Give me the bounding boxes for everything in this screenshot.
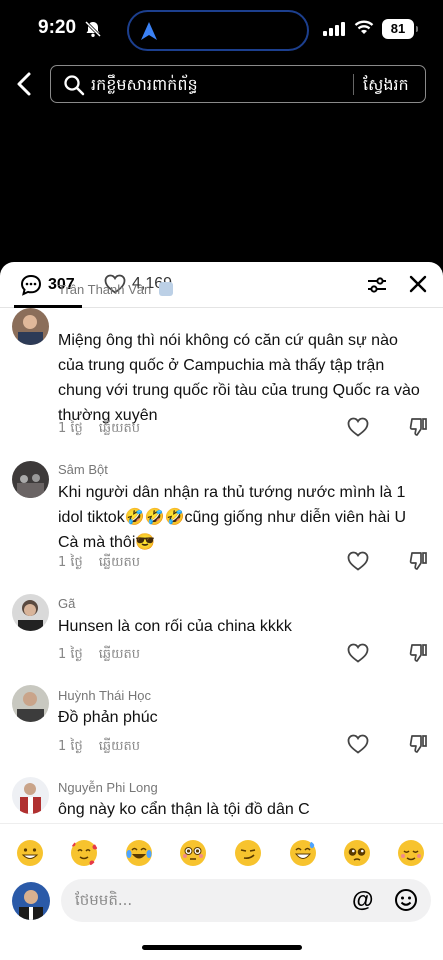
- pleading-emoji-icon[interactable]: [343, 839, 371, 867]
- flushed-emoji-icon[interactable]: [179, 839, 207, 867]
- home-indicator[interactable]: [142, 945, 302, 950]
- commenter-name[interactable]: Sâm Bột: [58, 462, 108, 477]
- comment-text: Khi người dân nhận ra thủ tướng nước mìn…: [58, 484, 406, 551]
- dislike-icon[interactable]: [409, 551, 429, 571]
- search-bar[interactable]: រកខ្លឹមសារពាក់ព័ន្ធ ស្វែងរក: [50, 65, 426, 103]
- commenter-name[interactable]: Huỳnh Thái Học: [58, 688, 151, 703]
- comment-input-bar: ថែមមតិ... @: [0, 879, 443, 960]
- search-icon: [64, 75, 85, 96]
- comment-meta: 1 ថ្ងៃ ឆ្លើយតប: [58, 420, 140, 439]
- my-avatar: [12, 882, 50, 920]
- back-arrow-icon[interactable]: [14, 70, 36, 98]
- heart-icon[interactable]: [347, 643, 369, 663]
- comment-text: ông này ko cẩn thận là tội đồ dân C: [58, 801, 310, 818]
- relieved-emoji-icon[interactable]: [397, 839, 425, 867]
- emoji-quick-bar: [0, 823, 443, 879]
- commenter-name[interactable]: Trần Thanh Vân: [58, 282, 173, 297]
- reply-button[interactable]: ឆ្លើយតប: [99, 555, 140, 570]
- navigation-arrow-icon: [141, 22, 157, 40]
- status-bar: 9:20 81: [0, 0, 443, 58]
- reply-button[interactable]: ឆ្លើយតប: [99, 647, 140, 662]
- close-icon[interactable]: [408, 274, 428, 294]
- comment-text: Đồ phản phúc: [58, 709, 158, 726]
- avatar[interactable]: [12, 777, 49, 814]
- clock: 9:20: [38, 17, 77, 38]
- reply-button[interactable]: ឆ្លើយតប: [99, 739, 140, 754]
- battery-indicator: 81: [382, 19, 418, 39]
- tears-of-joy-emoji-icon[interactable]: [125, 839, 153, 867]
- comment-input-placeholder: ថែមមតិ...: [75, 891, 133, 909]
- smirk-emoji-icon[interactable]: [234, 839, 262, 867]
- reply-button[interactable]: ឆ្លើយតប: [99, 421, 140, 436]
- commenter-name[interactable]: Nguyễn Phi Long: [58, 780, 158, 795]
- comment-bubble-icon: [20, 274, 42, 296]
- heart-icon[interactable]: [347, 551, 369, 571]
- smiling-hearts-emoji-icon[interactable]: [70, 839, 98, 867]
- comment-meta: 1 ថ្ងៃ ឆ្លើយតប: [58, 646, 140, 665]
- heart-icon[interactable]: [347, 417, 369, 437]
- commenter-name[interactable]: Gã: [58, 596, 75, 611]
- snowman-badge-icon: [158, 282, 173, 296]
- comment-meta: 1 ថ្ងៃ ឆ្លើយតប: [58, 554, 140, 573]
- dislike-icon[interactable]: [409, 734, 429, 754]
- grinning-emoji-icon[interactable]: [16, 839, 44, 867]
- comment-text: Hunsen là con rối của china kkkk: [58, 618, 292, 635]
- filter-sliders-icon[interactable]: [366, 274, 388, 296]
- sweat-smile-emoji-icon[interactable]: [289, 839, 317, 867]
- wifi-icon: [354, 20, 374, 34]
- comment-meta: 1 ថ្ងៃ ឆ្លើយតប: [58, 738, 140, 757]
- comment-time: 1 ថ្ងៃ: [58, 421, 83, 436]
- mention-icon[interactable]: @: [352, 887, 373, 913]
- emoji-picker-icon[interactable]: [394, 888, 418, 912]
- commenter-name-text: Trần Thanh Vân: [58, 282, 152, 297]
- comment-time: 1 ថ្ងៃ: [58, 647, 83, 662]
- search-input[interactable]: រកខ្លឹមសារពាក់ព័ន្ធ: [91, 74, 198, 98]
- active-tab-indicator: [14, 305, 82, 308]
- cellular-signal-icon: [323, 22, 345, 36]
- dislike-icon[interactable]: [409, 643, 429, 663]
- search-button[interactable]: ស្វែងរក: [363, 74, 409, 98]
- comment-time: 1 ថ្ងៃ: [58, 555, 83, 570]
- comment-text: Miệng ông thì nói không có căn cứ quân s…: [58, 332, 420, 424]
- comment-time: 1 ថ្ងៃ: [58, 739, 83, 754]
- avatar[interactable]: [12, 308, 49, 345]
- search-divider: [353, 74, 354, 95]
- dynamic-island[interactable]: [127, 10, 309, 51]
- avatar[interactable]: [12, 685, 49, 722]
- avatar[interactable]: [12, 594, 49, 631]
- dislike-icon[interactable]: [409, 417, 429, 437]
- bell-muted-icon: [84, 20, 102, 38]
- heart-icon[interactable]: [347, 734, 369, 754]
- avatar[interactable]: [12, 461, 49, 498]
- comment-input[interactable]: ថែមមតិ... @: [61, 879, 431, 922]
